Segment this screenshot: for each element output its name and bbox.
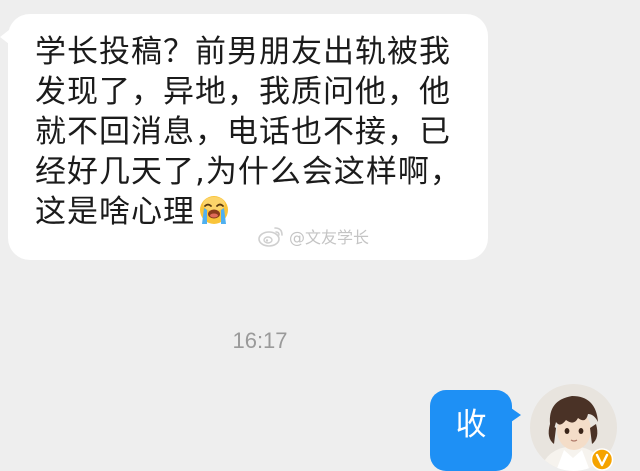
outgoing-message-bubble[interactable]: 收 <box>430 390 521 471</box>
weibo-watermark: @文友学长 <box>257 224 369 248</box>
watermark-text: @文友学长 <box>289 228 370 247</box>
incoming-bubble-tail <box>0 30 9 44</box>
outgoing-bubble-tail <box>511 408 521 422</box>
message-line: 学长投稿？前男朋友出轨被我 <box>35 34 451 70</box>
message-line: 就不回消息，电话也不接，已 <box>35 114 451 150</box>
message-line-text: 这是啥心理 <box>35 194 195 230</box>
chat-area[interactable]: 学长投稿？前男朋友出轨被我 发现了，异地，我质问他，他 就不回消息，电话也不接，… <box>0 0 640 471</box>
verified-badge-icon <box>590 448 614 471</box>
incoming-message-bubble[interactable]: 学长投稿？前男朋友出轨被我 发现了，异地，我质问他，他 就不回消息，电话也不接，… <box>0 14 488 260</box>
outgoing-message-text: 收 <box>455 406 487 443</box>
message-timestamp: 16:17 <box>232 328 288 353</box>
message-line-last: 这是啥心理 <box>35 192 476 232</box>
message-line: 经好几天了,为什么会这样啊， <box>35 154 462 190</box>
crying-face-emoji <box>200 196 228 224</box>
weibo-icon <box>258 227 283 247</box>
message-line: 发现了，异地，我质问他，他 <box>35 74 451 110</box>
